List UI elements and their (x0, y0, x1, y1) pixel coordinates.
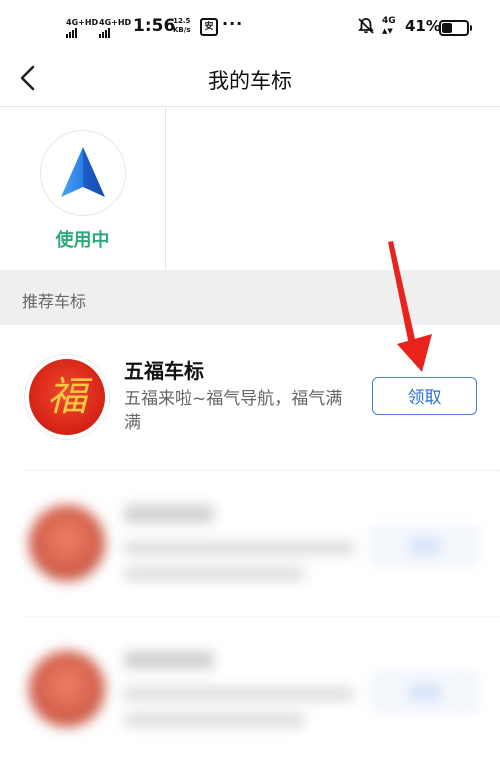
navigation-arrow-icon (61, 147, 105, 197)
network-type-icon: 4G ▲▼ (382, 16, 396, 35)
claim-button[interactable]: 领取 (372, 527, 477, 565)
section-title: 推荐车标 (22, 292, 87, 311)
item-name: 五福车标 (124, 359, 204, 383)
item-avatar (24, 646, 110, 732)
item-description-placeholder (124, 713, 304, 727)
nav-header: 我的车标 (0, 52, 500, 107)
signal-icon-sim1: 4G+HD (66, 18, 99, 38)
mute-bell-icon (357, 17, 375, 39)
item-description-placeholder (124, 567, 304, 581)
network-speed-unit: KB/s (173, 26, 191, 34)
battery-icon (439, 20, 472, 36)
fu-character-icon: 福 (47, 374, 87, 420)
more-notifications-icon: ··· (222, 14, 244, 33)
clock: 1:56 (133, 16, 176, 36)
claim-button[interactable]: 领取 (372, 673, 477, 711)
item-description-placeholder (124, 541, 354, 555)
item-description: 五福来啦~福气导航，福气满满 (124, 389, 343, 433)
item-avatar: 福 (24, 354, 110, 440)
battery-percent: 41% (405, 17, 441, 35)
item-avatar (24, 500, 110, 586)
sim2-label: 4G+HD (99, 18, 132, 27)
in-use-label: 使用中 (55, 230, 110, 251)
item-description-placeholder (124, 687, 354, 701)
sim1-label: 4G+HD (66, 18, 99, 27)
item-name-placeholder (124, 505, 214, 523)
claim-button[interactable]: 领取 (372, 377, 477, 415)
list-item: 领取 (0, 617, 500, 762)
list-item: 领取 (0, 471, 500, 616)
network-speed-value: 12.5 (173, 17, 191, 25)
status-bar: 4G+HD 4G+HD 1:56 12.5 KB/s 安 ··· 4G ▲▼ 4… (0, 0, 500, 52)
item-name-placeholder (124, 651, 214, 669)
network-type-label: 4G (382, 16, 396, 26)
page-title: 我的车标 (208, 69, 292, 93)
network-speed: 12.5 KB/s (173, 17, 190, 35)
annotation-arrow-icon (388, 241, 432, 372)
current-marker-card[interactable]: 使用中 (0, 107, 166, 270)
signal-icon-sim2: 4G+HD (99, 18, 132, 38)
current-marker-avatar (40, 130, 126, 216)
app-notification-icon: 安 (200, 18, 218, 36)
